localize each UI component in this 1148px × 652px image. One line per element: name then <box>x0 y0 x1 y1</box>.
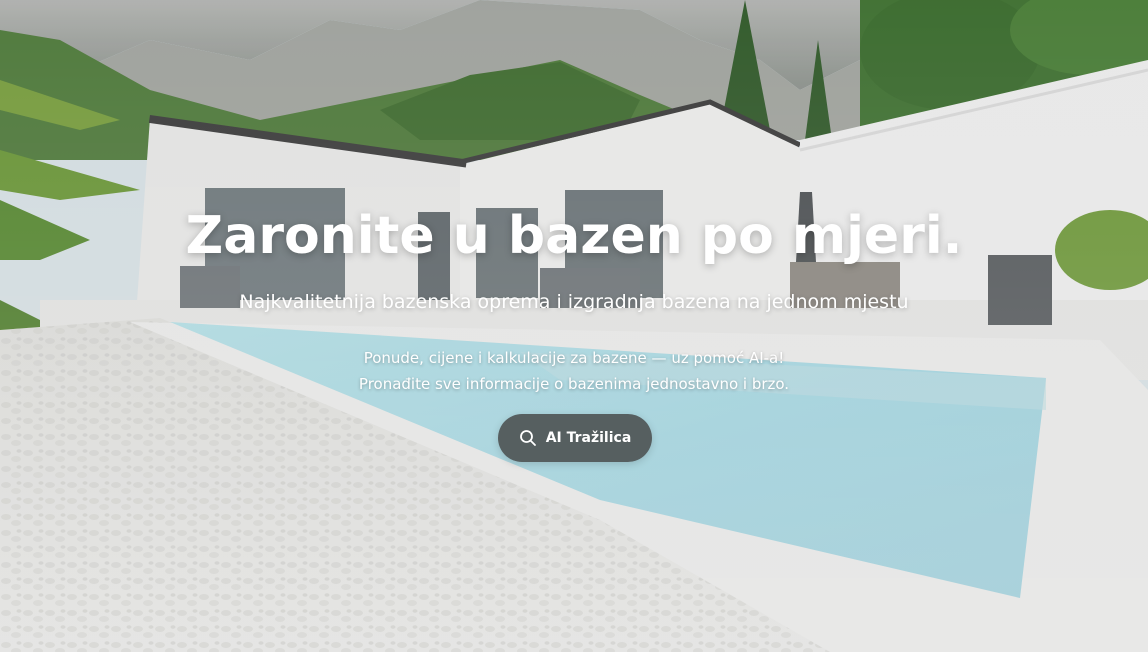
hero-content: Zaronite u bazen po mjeri. Najkvalitetni… <box>0 0 1148 652</box>
search-icon <box>519 429 537 447</box>
hero-headline: Zaronite u bazen po mjeri. <box>185 206 963 266</box>
tagline-line-1: Ponude, cijene i kalkulacije za bazene —… <box>363 349 785 367</box>
ai-search-button-label: AI Tražilica <box>545 430 632 446</box>
tagline-line-2: Pronađite sve informacije o bazenima jed… <box>358 375 790 393</box>
hero-section: Zaronite u bazen po mjeri. Najkvalitetni… <box>0 0 1148 652</box>
hero-tagline: Ponude, cijene i kalkulacije za bazene —… <box>0 345 1148 397</box>
hero-subheadline: Najkvalitetnija bazenska oprema i izgrad… <box>239 291 909 313</box>
ai-search-button[interactable]: AI Tražilica <box>498 414 652 462</box>
